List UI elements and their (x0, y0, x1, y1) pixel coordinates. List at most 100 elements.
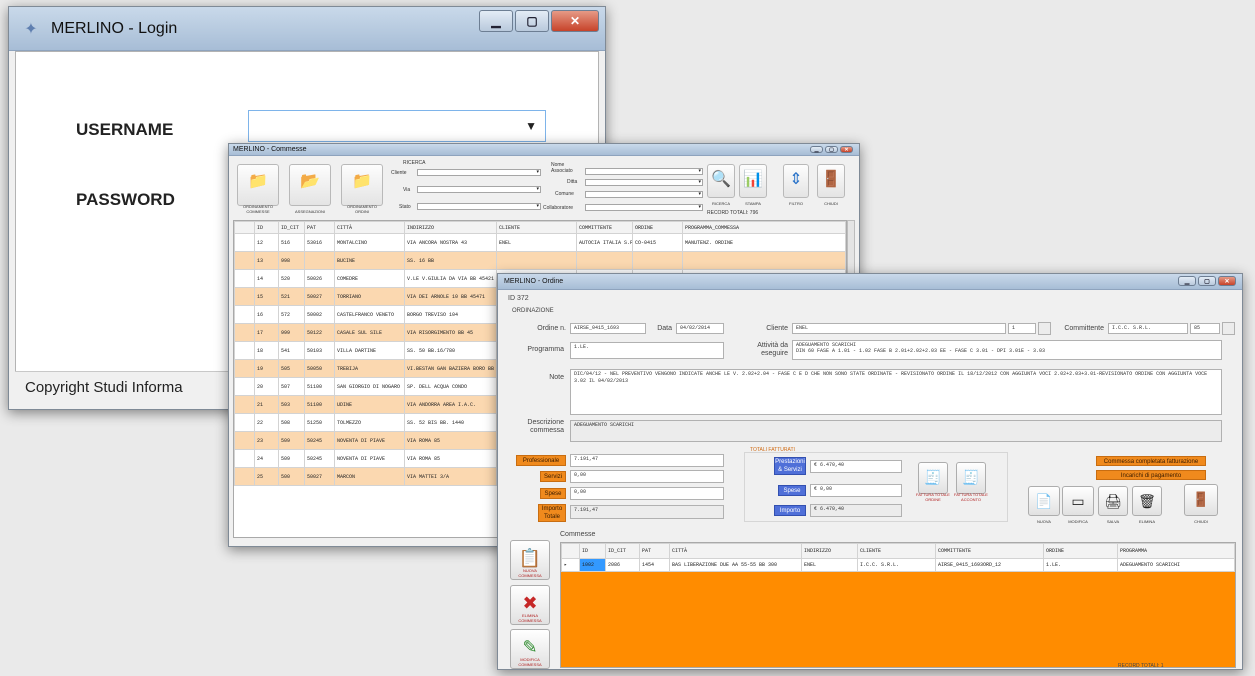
table-cell[interactable]: 24 (254, 449, 279, 468)
cliente-select[interactable]: ENEL (792, 323, 1006, 334)
modifica-button[interactable]: ▭ MODIFICA (1062, 486, 1094, 524)
minimize-button[interactable]: ▁ (1178, 276, 1196, 286)
table-cell[interactable]: 50103 (304, 341, 335, 360)
row-header-cell[interactable] (234, 449, 255, 468)
row-indicator[interactable]: ▸ (561, 558, 580, 572)
table-cell[interactable]: BAS LIBERAZIONE DUE AA 55-55 BB 300 (669, 558, 802, 572)
table-cell[interactable]: 1.LE. (1043, 558, 1118, 572)
column-header[interactable]: ORDINE (632, 221, 683, 234)
column-header[interactable]: ORDINE (1043, 543, 1118, 559)
table-cell[interactable]: VILLA DARTINE (334, 341, 405, 360)
table-row[interactable]: 13 998 BUCINE SS. 16 BB (234, 251, 846, 270)
commessa-completata-checkbox[interactable]: Commessa completata fatturazione (1096, 456, 1206, 466)
elimina-button[interactable]: 🗑 ELIMINA (1132, 486, 1162, 524)
table-cell[interactable]: MANUTENZ. ORDINE (682, 233, 846, 252)
column-header[interactable]: INDIRIZZO (801, 543, 858, 559)
column-header[interactable]: PROGRAMMA (1117, 543, 1235, 559)
row-header-cell[interactable] (234, 269, 255, 288)
table-cell[interactable]: VIA MATTEI 3/A (404, 467, 497, 486)
cliente-index-select[interactable]: 1 (1008, 323, 1036, 334)
table-cell[interactable]: 503 (278, 395, 305, 414)
table-cell[interactable]: 541 (278, 341, 305, 360)
column-header[interactable]: PROGRAMMA_COMMESSA (682, 221, 846, 234)
table-cell[interactable]: 51250 (304, 413, 335, 432)
fattura-totale-acconto-button[interactable]: 🧾 FATTURA TOTALE ACCONTO (954, 462, 988, 502)
committente-select[interactable]: I.C.C. S.R.L. (1108, 323, 1188, 334)
table-cell[interactable]: 507 (278, 377, 305, 396)
table-cell[interactable]: ADEGUAMENTO SCARICHI (1117, 558, 1235, 572)
filter-collaboratore-select[interactable]: ▾ (585, 204, 703, 211)
table-cell[interactable]: 18 (254, 341, 279, 360)
filter-associato-select[interactable]: ▾ (585, 168, 703, 175)
column-header[interactable]: CITTÀ (334, 221, 405, 234)
nuova-commessa-button[interactable]: 📋 NUOVA COMMESSA (510, 540, 550, 580)
table-cell[interactable]: CO-0415 (632, 233, 683, 252)
filter-stato-select[interactable]: ▾ (417, 203, 541, 210)
column-header[interactable]: CITTÀ (669, 543, 802, 559)
ricerca-button[interactable]: 🔍 RICERCA (707, 164, 735, 206)
filter-comune-select[interactable]: ▾ (585, 191, 703, 198)
commesse-titlebar[interactable]: MERLINO - Commesse ▁ ▢ ✕ (229, 144, 859, 156)
row-header-cell[interactable] (234, 305, 255, 324)
table-cell[interactable]: 50050 (304, 359, 335, 378)
table-cell[interactable]: 520 (278, 269, 305, 288)
table-cell[interactable]: SAN GIORGIO DI NOGARO (334, 377, 405, 396)
table-cell[interactable]: AUTOCIA ITALIA S.P.A. (576, 233, 633, 252)
committente-index-select[interactable]: 85 (1190, 323, 1220, 334)
assegnazioni-button[interactable]: 📂 ASSEGNAZIONI (289, 164, 331, 214)
table-cell[interactable] (682, 251, 846, 270)
table-cell[interactable]: 14 (254, 269, 279, 288)
table-cell[interactable]: 2086 (605, 558, 640, 572)
filter-ditta-select[interactable]: ▾ (585, 179, 703, 186)
table-cell[interactable]: 50026 (304, 269, 335, 288)
ordinamento-commesse-button[interactable]: 📁 ORDINAMENTO COMMESSE (237, 164, 279, 214)
table-row[interactable]: 12 516 53016 MONTALCINO VIA ANCORA NOSTRA 43… (234, 233, 846, 252)
table-cell[interactable]: 1454 (639, 558, 670, 572)
table-cell[interactable] (576, 251, 633, 270)
stampa-button[interactable]: 📊 STAMPA (739, 164, 767, 206)
table-cell[interactable] (632, 251, 683, 270)
table-cell[interactable] (496, 251, 577, 270)
descrizione-field[interactable]: ADEGUAMENTO SCARICHI (570, 420, 1222, 442)
row-header-cell[interactable] (234, 377, 255, 396)
maximize-button[interactable]: ▢ (515, 10, 549, 32)
column-header[interactable]: CLIENTE (496, 221, 577, 234)
close-button[interactable]: ✕ (1218, 276, 1236, 286)
table-cell[interactable]: UDINE (334, 395, 405, 414)
note-field[interactable]: DIC/04/12 - NEL PREVENTIVO VENGONO INDIC… (570, 369, 1222, 415)
table-cell[interactable]: 998 (278, 251, 305, 270)
chevron-down-icon[interactable]: ▼ (525, 119, 537, 133)
table-cell[interactable]: CASALE SUL SILE (334, 323, 405, 342)
table-cell[interactable]: 509 (278, 431, 305, 450)
column-header[interactable]: INDIRIZZO (404, 221, 497, 234)
table-cell[interactable]: 516 (278, 233, 305, 252)
ordinamento-ordini-button[interactable]: 📁 ORDINAMENTO ORDINI (341, 164, 383, 214)
table-cell[interactable]: ENEL (496, 233, 577, 252)
close-button[interactable]: ✕ (551, 10, 599, 32)
table-cell[interactable]: BUCINE (334, 251, 405, 270)
row-header-cell[interactable] (234, 413, 255, 432)
table-cell[interactable]: 505 (278, 359, 305, 378)
elimina-commessa-button[interactable]: ✖ ELIMINA COMMESSA (510, 585, 550, 625)
table-cell[interactable]: I.C.C. S.R.L. (857, 558, 936, 572)
salva-button[interactable]: 🖨 SALVA (1098, 486, 1128, 524)
row-header-cell[interactable] (234, 233, 255, 252)
table-cell[interactable]: NOVENTA DI PIAVE (334, 431, 405, 450)
table-cell[interactable]: VIA ANDORRA AREA I.A.C. (404, 395, 497, 414)
login-titlebar[interactable]: ✦ MERLINO - Login ▁ ▢ ✕ (9, 7, 605, 51)
table-cell[interactable]: 1002 (579, 558, 606, 572)
row-header-cell[interactable] (234, 323, 255, 342)
table-cell[interactable]: 50245 (304, 431, 335, 450)
table-cell[interactable]: 22 (254, 413, 279, 432)
column-header[interactable]: COMMITTENTE (576, 221, 633, 234)
column-header[interactable]: CLIENTE (857, 543, 936, 559)
table-cell[interactable]: 509 (278, 449, 305, 468)
table-cell[interactable]: 999 (278, 323, 305, 342)
table-cell[interactable]: VI.BESTAN GAN BAZIERA BORO BB (404, 359, 497, 378)
table-cell[interactable]: SS. 16 BB (404, 251, 497, 270)
table-cell[interactable]: VIA ROMA 85 (404, 431, 497, 450)
table-cell[interactable]: NOVENTA DI PIAVE (334, 449, 405, 468)
table-row[interactable]: ▸ 1002 2086 1454 BAS LIBERAZIONE DUE AA 55-5… (561, 558, 1235, 572)
username-combobox[interactable]: ▼ (248, 110, 546, 142)
minimize-button[interactable]: ▁ (810, 146, 823, 153)
